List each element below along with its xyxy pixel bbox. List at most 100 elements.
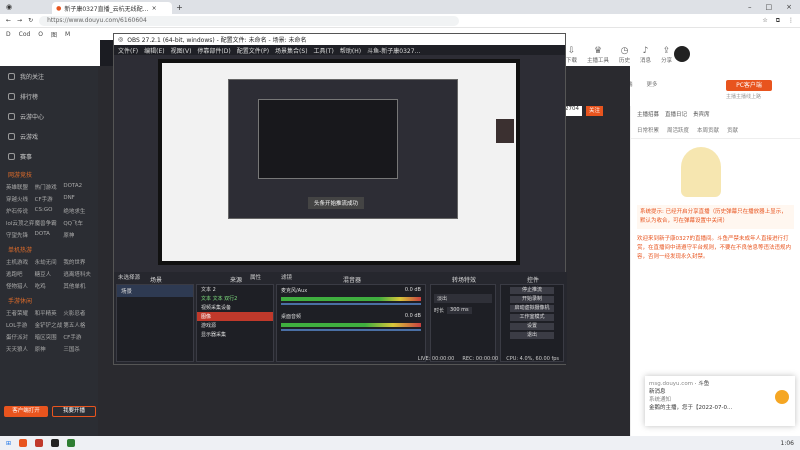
open-client-button[interactable]: 客户端打开	[4, 406, 48, 417]
bookmark-item[interactable]: M	[65, 31, 70, 38]
duration-field[interactable]: 300 ms	[447, 307, 472, 314]
nav-game-link[interactable]: 第五人格	[63, 321, 92, 329]
tab-diary[interactable]: 直播日记	[665, 110, 687, 118]
obs-menu-item[interactable]: 场景集合(S)	[275, 46, 308, 55]
obs-menu-item[interactable]: 斗鱼-新子康0327...	[367, 46, 420, 55]
menu-icon[interactable]: ⋮	[788, 17, 794, 25]
source-item[interactable]: 视频采集设备	[197, 303, 273, 312]
panel-tab[interactable]: 日常积累	[637, 126, 659, 134]
nav-game-link[interactable]: 英雄联盟	[6, 183, 35, 191]
bookmark-item[interactable]: 图	[51, 30, 57, 39]
nav-game-link[interactable]: CF手游	[35, 195, 64, 203]
nav-game-link[interactable]: 王者荣耀	[6, 309, 35, 317]
nav-game-link[interactable]: 主机游戏	[6, 258, 35, 266]
nav-item-cloud-game[interactable]: 云游戏	[0, 126, 98, 146]
obs-menu-item[interactable]: 停靠部件(D)	[197, 46, 230, 55]
nav-game-link[interactable]: CF手游	[63, 333, 92, 341]
tab-vip[interactable]: 贵宾席	[693, 110, 710, 118]
forward-icon[interactable]: →	[17, 17, 22, 24]
nav-game-link[interactable]: 火影忍者	[63, 309, 92, 317]
nav-game-link[interactable]: 逃离塔科夫	[63, 270, 92, 278]
nav-game-link[interactable]: 蛋仔派对	[6, 333, 35, 341]
nav-game-link[interactable]: 守望先锋	[6, 231, 35, 239]
download-icon[interactable]: ⇩ 下载	[566, 46, 577, 64]
obs-preview[interactable]: 头条开始推流成功	[158, 59, 520, 265]
url-field[interactable]: https://www.douyu.com/6160604	[39, 15, 460, 26]
taskbar-app-icon[interactable]	[51, 439, 60, 447]
obs-menu-item[interactable]: 工具(T)	[314, 46, 334, 55]
bell-icon[interactable]: ♪ 消息	[640, 46, 651, 64]
sub-more[interactable]: 更多	[647, 80, 658, 88]
source-item[interactable]: 显示器采集	[197, 330, 273, 339]
nav-game-link[interactable]: DNF	[63, 195, 92, 203]
reload-icon[interactable]: ↻	[28, 17, 33, 24]
nav-game-link[interactable]: 和平精英	[35, 309, 64, 317]
notification-popup[interactable]: msg.douyu.com · 斗鱼 新消息 系统通知 金鹅的主播，您于【202…	[645, 376, 795, 426]
source-item[interactable]: 文本 2	[197, 285, 273, 294]
start-recording-button[interactable]: 开始录制	[510, 296, 554, 303]
tab-recruit[interactable]: 主播招募	[637, 110, 659, 118]
star-icon[interactable]: ☆	[762, 17, 767, 25]
nav-game-link[interactable]: 绝地求生	[63, 207, 92, 215]
windows-start-icon[interactable]: ⊞	[6, 440, 11, 447]
bookmark-item[interactable]: O	[38, 31, 43, 38]
nav-item-cloud-center[interactable]: 云游中心	[0, 106, 98, 126]
obs-menu-item[interactable]: 编辑(E)	[144, 46, 164, 55]
nav-game-link[interactable]: 暗区突围	[35, 333, 64, 341]
panel-tab[interactable]: 本周贡献	[697, 126, 719, 134]
obs-titlebar[interactable]: ◎ OBS 27.2.1 (64-bit, windows) - 配置文件: 未…	[114, 34, 565, 45]
panel-tab[interactable]: 周活跃度	[667, 126, 689, 134]
nav-item-ranking[interactable]: 排行榜	[0, 86, 98, 106]
nav-game-link[interactable]: lol云顶之弈	[6, 219, 35, 227]
nav-game-link[interactable]: 糖豆人	[35, 270, 64, 278]
settings-button[interactable]: 设置	[510, 323, 554, 330]
browser-back-icon[interactable]: ◉	[6, 3, 12, 11]
nav-game-link[interactable]: 魔兽争霸	[35, 219, 64, 227]
nav-game-link[interactable]: 怪物猎人	[6, 282, 35, 290]
share-icon[interactable]: ⇪ 分享	[661, 46, 672, 64]
nav-game-link[interactable]: 天天狼人	[6, 345, 35, 353]
source-item[interactable]: 游戏源	[197, 321, 273, 330]
taskbar-app-icon[interactable]	[35, 439, 44, 447]
start-live-button[interactable]: 我要开播	[52, 406, 96, 417]
maximize-icon[interactable]: □	[766, 3, 773, 11]
obs-menu-item[interactable]: 视图(V)	[171, 46, 192, 55]
nav-game-link[interactable]: DOTA	[35, 231, 64, 239]
nav-game-link[interactable]: LOL手游	[6, 321, 35, 329]
source-item[interactable]: 文本 文本 双行2	[197, 294, 273, 303]
obs-window[interactable]: ◎ OBS 27.2.1 (64-bit, windows) - 配置文件: 未…	[113, 33, 567, 365]
virtual-camera-button[interactable]: 启动虚拟摄像机	[510, 305, 554, 312]
panel-tab[interactable]: 贡献	[727, 126, 738, 134]
nav-game-link[interactable]: 其他单机	[63, 282, 92, 290]
nav-game-link[interactable]: QQ飞车	[63, 219, 92, 227]
obs-menu-item[interactable]: 配置文件(P)	[237, 46, 269, 55]
exit-button[interactable]: 退出	[510, 332, 554, 339]
nav-game-link[interactable]: 热门游戏	[35, 183, 64, 191]
browser-tab[interactable]: ● 新子康0327直播_云杭无线配… ×	[52, 2, 173, 14]
taskbar-app-icon[interactable]	[67, 439, 76, 447]
mixer-slider[interactable]	[281, 303, 421, 305]
nav-game-link[interactable]: 三国杀	[63, 345, 92, 353]
nav-game-link[interactable]: 我的世界	[63, 258, 92, 266]
close-icon[interactable]: ×	[786, 3, 792, 11]
nav-game-link[interactable]: 逃跑吧	[6, 270, 35, 278]
extension-icon[interactable]: ⧉	[776, 17, 780, 25]
nav-game-link[interactable]: 永劫无间	[35, 258, 64, 266]
nav-item-events[interactable]: 赛事	[0, 146, 98, 166]
clock-icon[interactable]: ◷ 历史	[619, 46, 630, 64]
obs-menu-item[interactable]: 帮助(H)	[340, 46, 361, 55]
tab-close-icon[interactable]: ×	[152, 5, 157, 12]
stop-stream-button[interactable]: 停止推流	[510, 287, 554, 294]
pc-client-button[interactable]: PC客户端	[726, 80, 772, 91]
transition-select[interactable]: 淡出	[434, 294, 492, 303]
nav-game-link[interactable]: 炉石传说	[6, 207, 35, 215]
back-icon[interactable]: ←	[6, 17, 11, 24]
nav-game-link[interactable]: 穿越火线	[6, 195, 35, 203]
nav-game-link[interactable]: 金铲铲之战	[35, 321, 64, 329]
bookmark-item[interactable]: Cod	[19, 31, 31, 38]
nav-game-link[interactable]: CS:GO	[35, 207, 64, 215]
obs-menu-item[interactable]: 文件(F)	[118, 46, 138, 55]
follow-button[interactable]: 关注	[586, 106, 604, 116]
new-tab-button[interactable]: +	[176, 3, 183, 12]
bookmark-item[interactable]: D	[6, 31, 11, 38]
